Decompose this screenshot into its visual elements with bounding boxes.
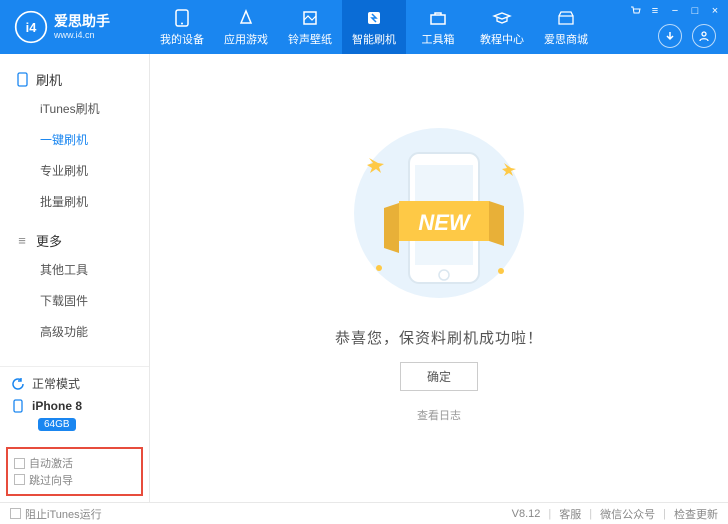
support-link[interactable]: 客服 [559, 506, 581, 522]
block-itunes-checkbox[interactable]: 阻止iTunes运行 [10, 506, 102, 522]
sidebar-item-batch-flash[interactable]: 批量刷机 [0, 186, 149, 217]
svg-text:i4: i4 [26, 20, 38, 35]
menu-icon[interactable]: ≡ [648, 4, 662, 18]
options-highlight-box: 自动激活 跳过向导 [6, 447, 143, 496]
storage-badge: 64GB [38, 418, 76, 431]
view-log-link[interactable]: 查看日志 [417, 407, 461, 423]
footer: 阻止iTunes运行 V8.12 | 客服 | 微信公众号 | 检查更新 [0, 502, 728, 524]
version-label: V8.12 [512, 508, 541, 520]
top-nav: 我的设备 应用游戏 铃声壁纸 智能刷机 工具箱 教程中心 爱思商城 [150, 0, 598, 54]
toolbox-icon [428, 8, 448, 28]
device-icon [10, 398, 26, 414]
sidebar-item-other-tools[interactable]: 其他工具 [0, 254, 149, 285]
mode-row[interactable]: 正常模式 [10, 375, 139, 392]
main-panel: NEW 恭喜您，保资料刷机成功啦！ 确定 查看日志 [150, 54, 728, 502]
header-right [658, 24, 716, 48]
nav-ringtones[interactable]: 铃声壁纸 [278, 0, 342, 54]
tutorial-icon [492, 8, 512, 28]
apps-icon [236, 8, 256, 28]
new-badge-text: NEW [418, 210, 472, 235]
more-icon: ≡ [14, 233, 30, 248]
store-icon [556, 8, 576, 28]
sidebar-item-download-firmware[interactable]: 下载固件 [0, 285, 149, 316]
phone-icon [172, 8, 192, 28]
app-header: i4 爱思助手 www.i4.cn 我的设备 应用游戏 铃声壁纸 智能刷机 工具… [0, 0, 728, 54]
skip-guide-checkbox[interactable]: 跳过向导 [14, 472, 73, 488]
sidebar-group-flash: 刷机 [0, 64, 149, 93]
wechat-link[interactable]: 微信公众号 [600, 506, 655, 522]
sidebar-item-itunes-flash[interactable]: iTunes刷机 [0, 93, 149, 124]
wallpaper-icon [300, 8, 320, 28]
sidebar-item-oneclick-flash[interactable]: 一键刷机 [0, 124, 149, 155]
flash-icon [364, 8, 384, 28]
brand-name: 爱思助手 [54, 14, 110, 29]
refresh-icon [10, 376, 26, 392]
window-controls: ≡ − □ × [628, 4, 722, 18]
sidebar: 刷机 iTunes刷机 一键刷机 专业刷机 批量刷机 ≡ 更多 其他工具 下载固… [0, 54, 150, 502]
success-illustration: NEW [329, 113, 549, 313]
brand-sub: www.i4.cn [54, 30, 110, 40]
auto-activate-checkbox[interactable]: 自动激活 [14, 455, 73, 471]
logo-icon: i4 [14, 10, 48, 44]
nav-tutorials[interactable]: 教程中心 [470, 0, 534, 54]
download-icon[interactable] [658, 24, 682, 48]
ok-button[interactable]: 确定 [400, 362, 478, 391]
sidebar-item-pro-flash[interactable]: 专业刷机 [0, 155, 149, 186]
user-icon[interactable] [692, 24, 716, 48]
cart-icon[interactable] [628, 4, 642, 18]
check-update-link[interactable]: 检查更新 [674, 506, 718, 522]
sidebar-bottom: 正常模式 iPhone 8 64GB [0, 366, 149, 439]
success-text: 恭喜您，保资料刷机成功啦！ [335, 327, 543, 348]
phone-small-icon [14, 72, 30, 87]
nav-flash[interactable]: 智能刷机 [342, 0, 406, 54]
minimize-icon[interactable]: − [668, 4, 682, 18]
device-row[interactable]: iPhone 8 [10, 398, 139, 414]
maximize-icon[interactable]: □ [688, 4, 702, 18]
sidebar-group-more: ≡ 更多 [0, 225, 149, 254]
nav-store[interactable]: 爱思商城 [534, 0, 598, 54]
nav-apps[interactable]: 应用游戏 [214, 0, 278, 54]
nav-toolbox[interactable]: 工具箱 [406, 0, 470, 54]
sidebar-item-advanced[interactable]: 高级功能 [0, 316, 149, 347]
nav-my-device[interactable]: 我的设备 [150, 0, 214, 54]
brand: i4 爱思助手 www.i4.cn [0, 10, 150, 44]
close-icon[interactable]: × [708, 4, 722, 18]
